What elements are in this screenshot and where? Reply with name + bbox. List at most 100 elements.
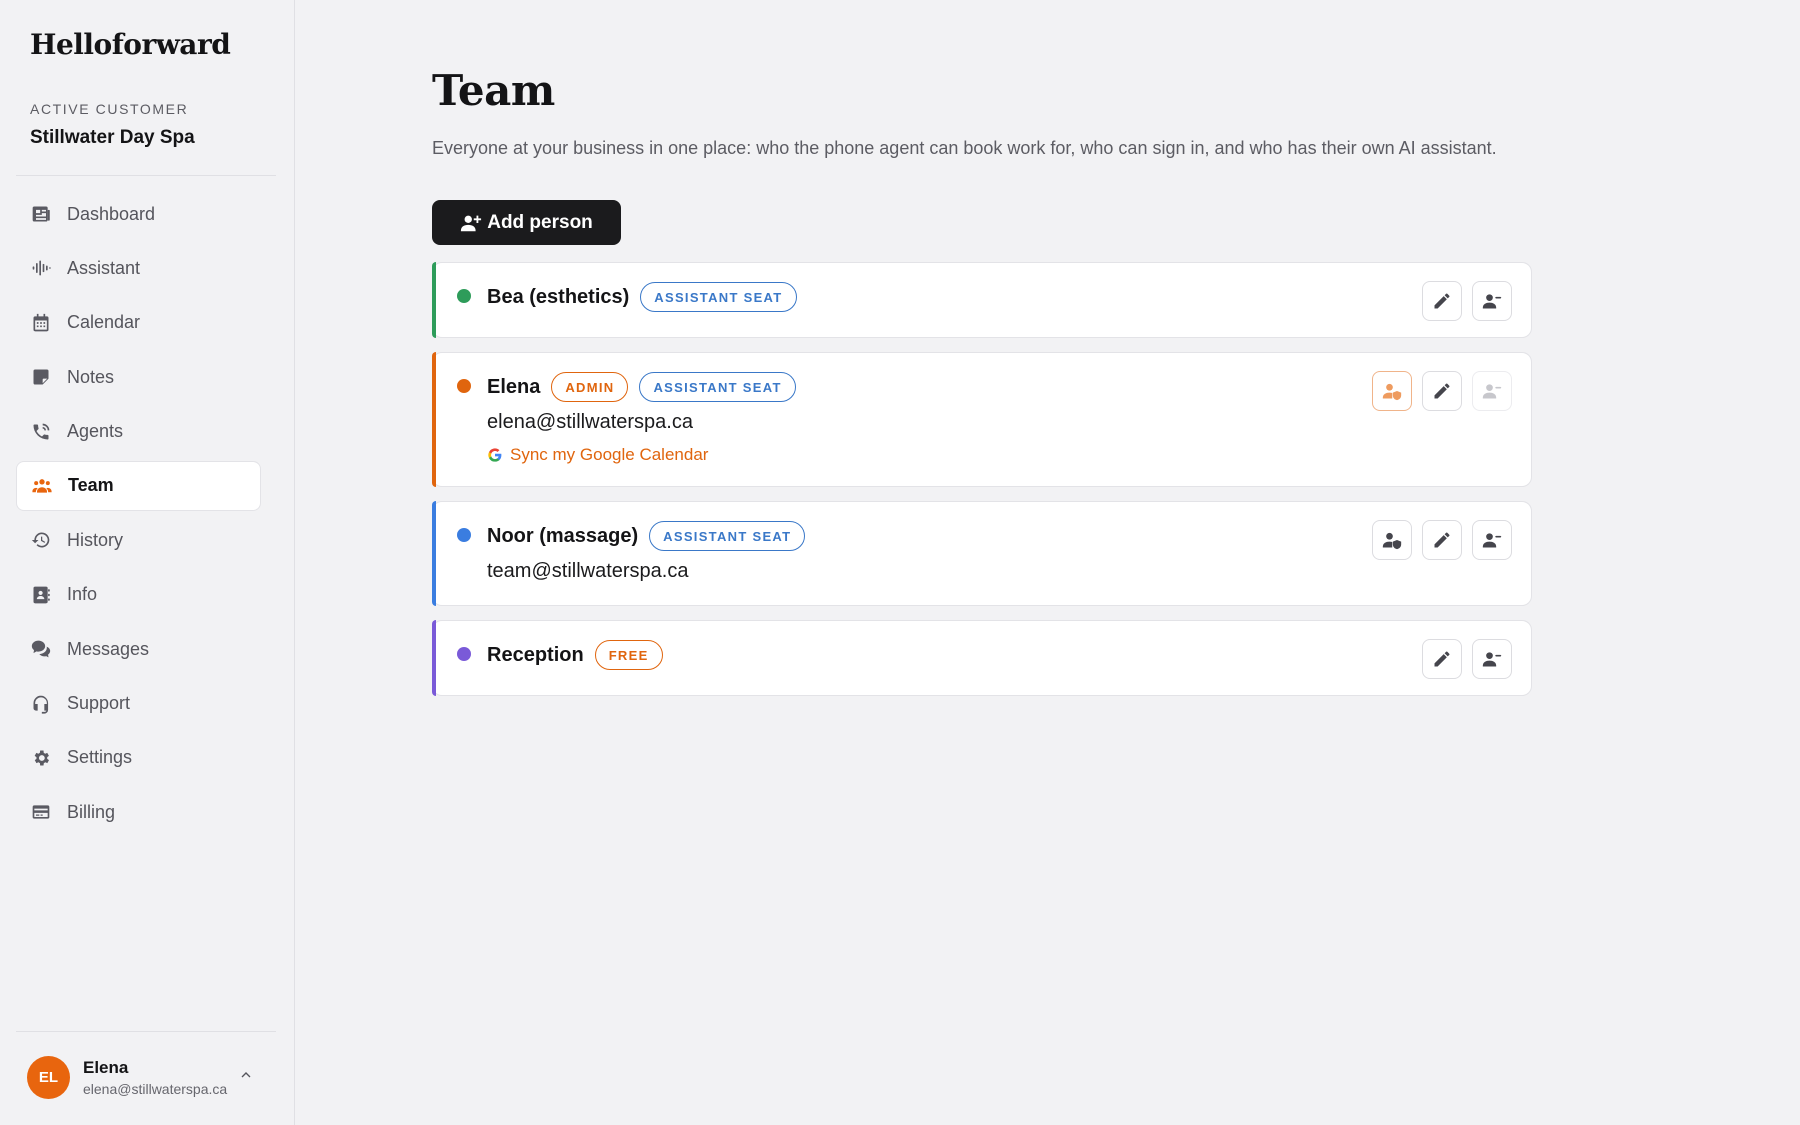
status-dot (457, 528, 471, 542)
user-name: Elena (83, 1057, 129, 1077)
note-icon (30, 366, 52, 388)
sidebar-item-label: Agents (67, 421, 124, 442)
sidebar-item-label: Settings (67, 747, 133, 768)
sidebar-item-label: Team (68, 475, 114, 496)
user-minus-icon (1482, 381, 1502, 401)
team-icon (31, 475, 53, 497)
sidebar-item-agents[interactable]: Agents (16, 407, 261, 457)
main-content: Team Everyone at your business in one pl… (295, 0, 1800, 1125)
free-badge: FREE (594, 640, 663, 670)
edit-button[interactable] (1422, 639, 1462, 679)
person-actions (1422, 281, 1512, 321)
contact-card-icon (30, 584, 52, 606)
sidebar-item-billing[interactable]: Billing (16, 787, 261, 837)
sidebar-item-messages[interactable]: Messages (16, 624, 261, 674)
edit-button[interactable] (1422, 281, 1462, 321)
pencil-icon (1432, 381, 1452, 401)
sidebar-item-dashboard[interactable]: Dashboard (16, 189, 261, 239)
page-subtitle: Everyone at your business in one place: … (432, 138, 1497, 158)
sidebar-item-team[interactable]: Team (16, 460, 261, 511)
pencil-icon (1432, 530, 1452, 550)
user-details: Elena elena@stillwaterspa.ca (83, 1058, 238, 1097)
phone-icon (30, 421, 52, 443)
sidebar-item-settings[interactable]: Settings (16, 733, 261, 783)
sidebar-item-assistant[interactable]: Assistant (16, 243, 261, 293)
person-actions (1422, 639, 1512, 679)
brand-logo[interactable]: Helloforward (30, 28, 231, 61)
person-name: Elena (487, 375, 541, 398)
admin-access-button[interactable] (1372, 520, 1412, 560)
person-email: team@stillwaterspa.ca (487, 560, 689, 582)
chat-icon (30, 638, 52, 660)
sidebar-item-label: Messages (67, 638, 150, 659)
calendar-icon (30, 312, 52, 334)
page-title: Team (432, 66, 555, 115)
sync-google-calendar-label: Sync my Google Calendar (510, 445, 709, 464)
sidebar-item-label: Notes (67, 366, 115, 387)
gear-icon (30, 747, 52, 769)
person-card-noor: Noor (massage) ASSISTANT SEAT team@still… (432, 501, 1532, 606)
sidebar-item-label: Dashboard (67, 203, 156, 224)
person-card-elena: Elena ADMIN ASSISTANT SEAT elena@stillwa… (432, 352, 1532, 487)
sidebar-item-label: Info (67, 584, 98, 605)
user-minus-icon (1482, 649, 1502, 669)
admin-badge: ADMIN (551, 372, 629, 402)
sidebar-item-label: Calendar (67, 312, 141, 333)
google-icon (488, 448, 502, 462)
waveform-icon (30, 257, 52, 279)
assistant-seat-badge: ASSISTANT SEAT (649, 521, 806, 551)
person-name: Bea (esthetics) (487, 285, 630, 308)
status-dot (457, 379, 471, 393)
person-card-bea: Bea (esthetics) ASSISTANT SEAT (432, 262, 1532, 338)
user-shield-icon (1382, 381, 1402, 401)
sidebar-item-calendar[interactable]: Calendar (16, 298, 261, 348)
person-email: elena@stillwaterspa.ca (487, 411, 693, 433)
sidebar-item-label: Billing (67, 801, 116, 822)
dashboard-icon (30, 203, 52, 225)
status-dot (457, 289, 471, 303)
sidebar-item-history[interactable]: History (16, 515, 261, 565)
admin-access-button[interactable] (1372, 371, 1412, 411)
avatar: EL (27, 1055, 70, 1099)
user-minus-icon (1482, 530, 1502, 550)
assistant-seat-badge: ASSISTANT SEAT (639, 372, 796, 402)
status-dot (457, 647, 471, 661)
person-name: Reception (487, 643, 584, 666)
sidebar: Helloforward ACTIVE CUSTOMER Stillwater … (0, 0, 295, 1125)
user-shield-icon (1382, 530, 1402, 550)
remove-person-button[interactable] (1472, 520, 1512, 560)
sync-google-calendar-link[interactable]: Sync my Google Calendar (487, 445, 708, 465)
add-person-button[interactable]: Add person (432, 200, 621, 245)
add-person-label: Add person (487, 211, 593, 233)
sidebar-item-notes[interactable]: Notes (16, 352, 261, 402)
remove-person-button[interactable] (1472, 639, 1512, 679)
person-actions (1372, 520, 1512, 560)
assistant-seat-badge: ASSISTANT SEAT (640, 282, 797, 312)
sidebar-item-label: Support (67, 693, 131, 714)
pencil-icon (1432, 649, 1452, 669)
active-customer-name[interactable]: Stillwater Day Spa (30, 127, 195, 149)
edit-button[interactable] (1422, 520, 1462, 560)
user-menu[interactable]: EL Elena elena@stillwaterspa.ca (27, 1054, 272, 1100)
app-root: Helloforward ACTIVE CUSTOMER Stillwater … (0, 0, 1800, 1125)
user-minus-icon (1482, 291, 1502, 311)
chevron-up-icon[interactable] (238, 1067, 258, 1087)
sidebar-item-info[interactable]: Info (16, 570, 261, 620)
person-card-reception: Reception FREE (432, 620, 1532, 696)
sidebar-item-support[interactable]: Support (16, 679, 261, 729)
remove-person-button[interactable] (1472, 371, 1512, 411)
user-email: elena@stillwaterspa.ca (83, 1080, 228, 1097)
person-actions (1372, 371, 1512, 411)
person-header: Reception FREE (487, 639, 674, 671)
credit-card-icon (30, 801, 52, 823)
person-list: Bea (esthetics) ASSISTANT SEAT Elena ADM… (432, 262, 1532, 710)
headset-icon (30, 693, 52, 715)
active-customer-caption: ACTIVE CUSTOMER (30, 101, 189, 117)
person-header: Bea (esthetics) ASSISTANT SEAT (487, 281, 808, 313)
edit-button[interactable] (1422, 371, 1462, 411)
history-icon (30, 529, 52, 551)
sidebar-nav: Dashboard Assistant Calendar Notes Agent… (16, 189, 261, 842)
remove-person-button[interactable] (1472, 281, 1512, 321)
sidebar-item-label: Assistant (67, 257, 141, 278)
person-header: Elena ADMIN ASSISTANT SEAT (487, 371, 807, 403)
